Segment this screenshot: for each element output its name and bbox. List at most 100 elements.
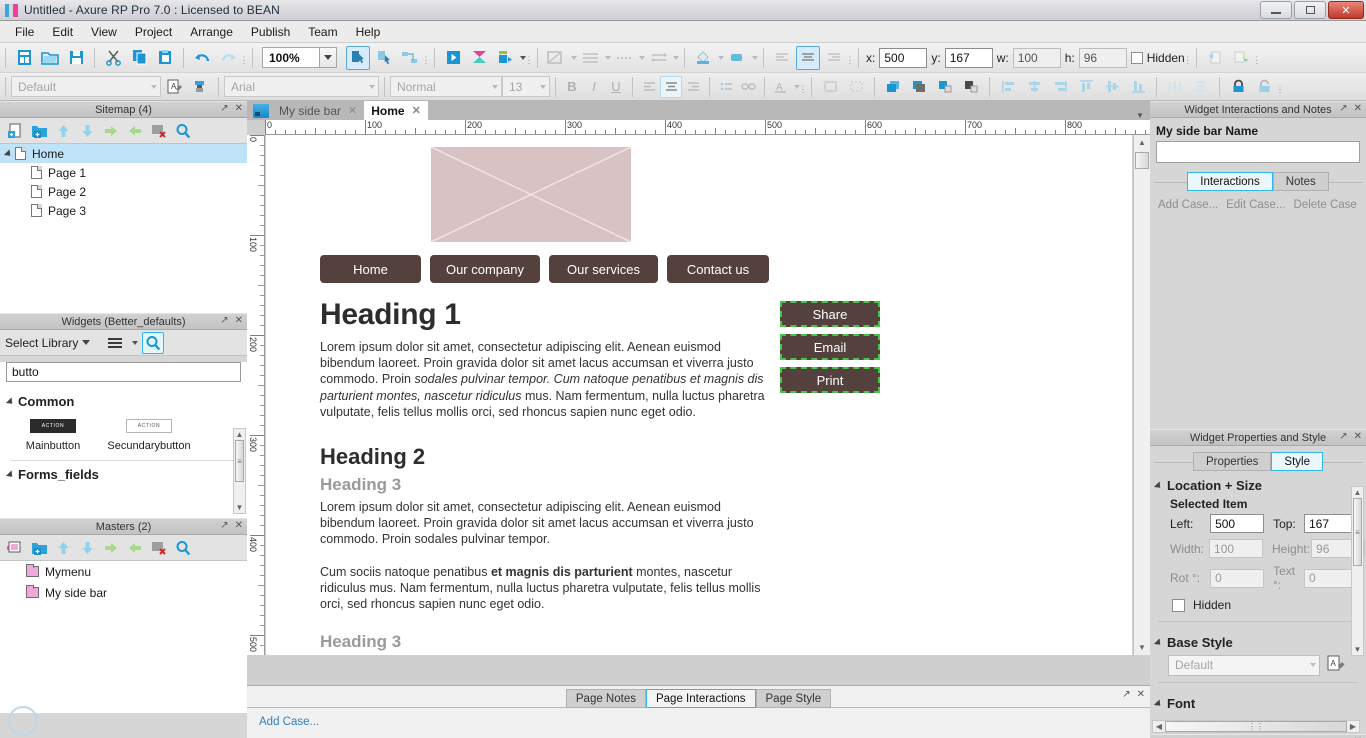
widget-name-input[interactable] [1156, 141, 1360, 163]
y-input[interactable] [944, 47, 993, 68]
generate-html-button[interactable] [493, 46, 517, 70]
canvas-tab-home[interactable]: Home ✕ [364, 101, 428, 120]
edit-style-button[interactable]: A [162, 75, 186, 99]
menu-project[interactable]: Project [126, 22, 181, 42]
cut-button[interactable] [101, 46, 125, 70]
add-case-link[interactable]: Add Case... [1158, 199, 1218, 211]
italic-button[interactable]: I [583, 76, 605, 98]
master-indent-icon[interactable] [100, 537, 122, 559]
group-button[interactable] [818, 75, 842, 99]
font-size-select[interactable]: 13 [502, 76, 550, 97]
menu-team[interactable]: Team [299, 22, 346, 42]
height-input[interactable] [1078, 47, 1127, 68]
masters-undock-icon[interactable]: ↗ [220, 520, 228, 531]
add-folder-icon[interactable] [28, 120, 50, 142]
add-master-folder-icon[interactable] [28, 537, 50, 559]
link-button[interactable] [737, 76, 759, 98]
shape-style-button[interactable] [544, 46, 568, 70]
paste-button[interactable] [153, 46, 177, 70]
select-tool-button[interactable] [346, 45, 370, 70]
style-scroll-left-icon[interactable]: ◀ [1153, 721, 1165, 732]
widget-style-select[interactable]: Default [11, 76, 161, 97]
distribute-h-button[interactable] [1163, 75, 1187, 99]
design-canvas[interactable]: Home Our company Our services Contact us… [266, 135, 1132, 655]
style-scroll-down-icon[interactable]: ▼ [1352, 644, 1363, 655]
preview-button[interactable] [441, 46, 465, 70]
widget-list-view-icon[interactable] [104, 332, 126, 354]
tab-properties[interactable]: Properties [1193, 452, 1272, 471]
canvas-tab-close-icon[interactable]: ✕ [348, 104, 357, 117]
view-options-caret-icon[interactable] [132, 340, 139, 345]
point-tool-button[interactable] [398, 46, 422, 70]
widget-group-common[interactable]: Common [0, 388, 247, 413]
page-panel-close-icon[interactable]: ✕ [1137, 689, 1145, 700]
search-masters-icon[interactable] [172, 537, 194, 559]
tab-style[interactable]: Style [1271, 452, 1323, 471]
mockup-heading-2[interactable]: Heading 2 [320, 444, 770, 470]
shadow-button[interactable] [725, 46, 749, 70]
add-page-icon[interactable] [4, 120, 26, 142]
style-pane-hscrollbar[interactable]: ◀ ⋮⋮ ▶ [1152, 720, 1360, 733]
send-backward-button[interactable] [959, 75, 983, 99]
edit-base-style-icon[interactable]: A [1326, 654, 1345, 676]
line-style-button[interactable] [578, 46, 602, 70]
hero-image-placeholder[interactable] [431, 147, 631, 242]
outdent-icon[interactable] [124, 120, 146, 142]
rotation-input[interactable] [1210, 568, 1265, 588]
nav-button-our-company[interactable]: Our company [430, 255, 540, 283]
font-family-select[interactable]: Arial [224, 76, 379, 97]
location-size-section-header[interactable]: Location + Size [1150, 471, 1366, 497]
tab-notes[interactable]: Notes [1272, 172, 1329, 191]
master-outdent-icon[interactable] [124, 537, 146, 559]
mockup-paragraph-2[interactable]: Lorem ipsum dolor sit amet, consectetur … [320, 499, 770, 548]
interactions-close-icon[interactable]: ✕ [1354, 103, 1362, 114]
align-right-button[interactable] [1048, 75, 1072, 99]
align-middle-button[interactable] [1100, 75, 1124, 99]
delete-case-link[interactable]: Delete Case [1294, 199, 1357, 211]
text-align-left-button[interactable] [638, 76, 660, 98]
font-color-button[interactable]: A [770, 76, 792, 98]
mockup-paragraph-1[interactable]: Lorem ipsum dolor sit amet, consectetur … [320, 339, 770, 420]
distribute-v-button[interactable] [1189, 75, 1213, 99]
new-file-button[interactable] [12, 46, 36, 70]
underline-button[interactable]: U [605, 76, 627, 98]
style-h-scroll-thumb[interactable]: ⋮⋮ [1165, 721, 1347, 732]
sitemap-item-home[interactable]: Home [0, 144, 247, 163]
canvas-tab-my-side-bar[interactable]: My side bar ✕ [272, 101, 365, 120]
indent-icon[interactable] [100, 120, 122, 142]
mockup-heading-1[interactable]: Heading 1 [320, 298, 770, 332]
align-center-h-button[interactable] [1022, 75, 1046, 99]
widgets-scroll-up-icon[interactable]: ▲ [234, 429, 245, 440]
tab-page-interactions[interactable]: Page Interactions [645, 689, 756, 708]
page-add-case-link[interactable]: Add Case... [259, 716, 319, 728]
width-input[interactable] [1012, 47, 1061, 68]
canvas-tab-close-icon[interactable]: ✕ [412, 104, 421, 117]
redo-button[interactable] [216, 46, 240, 70]
nav-button-our-services[interactable]: Our services [549, 255, 658, 283]
side-button-print[interactable]: Print [780, 367, 880, 393]
mockup-heading-3-a[interactable]: Heading 3 [320, 475, 770, 495]
tab-interactions[interactable]: Interactions [1187, 172, 1273, 191]
widget-item-secundarybutton[interactable]: ACTION Secundarybutton [101, 419, 197, 452]
menu-help[interactable]: Help [347, 22, 390, 42]
widgets-scroll-thumb[interactable]: ≡ [235, 440, 244, 482]
select-library-caret-icon[interactable] [82, 340, 91, 345]
tab-page-style[interactable]: Page Style [755, 689, 832, 708]
tab-page-notes[interactable]: Page Notes [565, 689, 646, 708]
widgets-close-icon[interactable]: ✕ [235, 315, 243, 326]
align-right-paragraph-button[interactable] [822, 46, 846, 70]
minimize-button[interactable] [1260, 1, 1292, 19]
base-style-select[interactable]: Default [1168, 654, 1320, 676]
sitemap-item-page-3[interactable]: Page 3 [0, 201, 247, 220]
text-align-center-button[interactable] [660, 75, 682, 98]
bring-forward-button[interactable] [933, 75, 957, 99]
sitemap-close-icon[interactable]: ✕ [235, 103, 243, 114]
unlock-button[interactable] [1252, 75, 1276, 99]
masters-close-icon[interactable]: ✕ [235, 520, 243, 531]
width-input[interactable] [1209, 539, 1264, 558]
mockup-paragraph-3[interactable]: Cum sociis natoque penatibus et magnis d… [320, 564, 770, 613]
duplicate-master-button[interactable] [1203, 46, 1227, 70]
move-down-icon[interactable] [76, 120, 98, 142]
style-pane-scrollbar[interactable]: ▲ ≡ ▼ [1351, 486, 1364, 656]
master-move-up-icon[interactable] [52, 537, 74, 559]
